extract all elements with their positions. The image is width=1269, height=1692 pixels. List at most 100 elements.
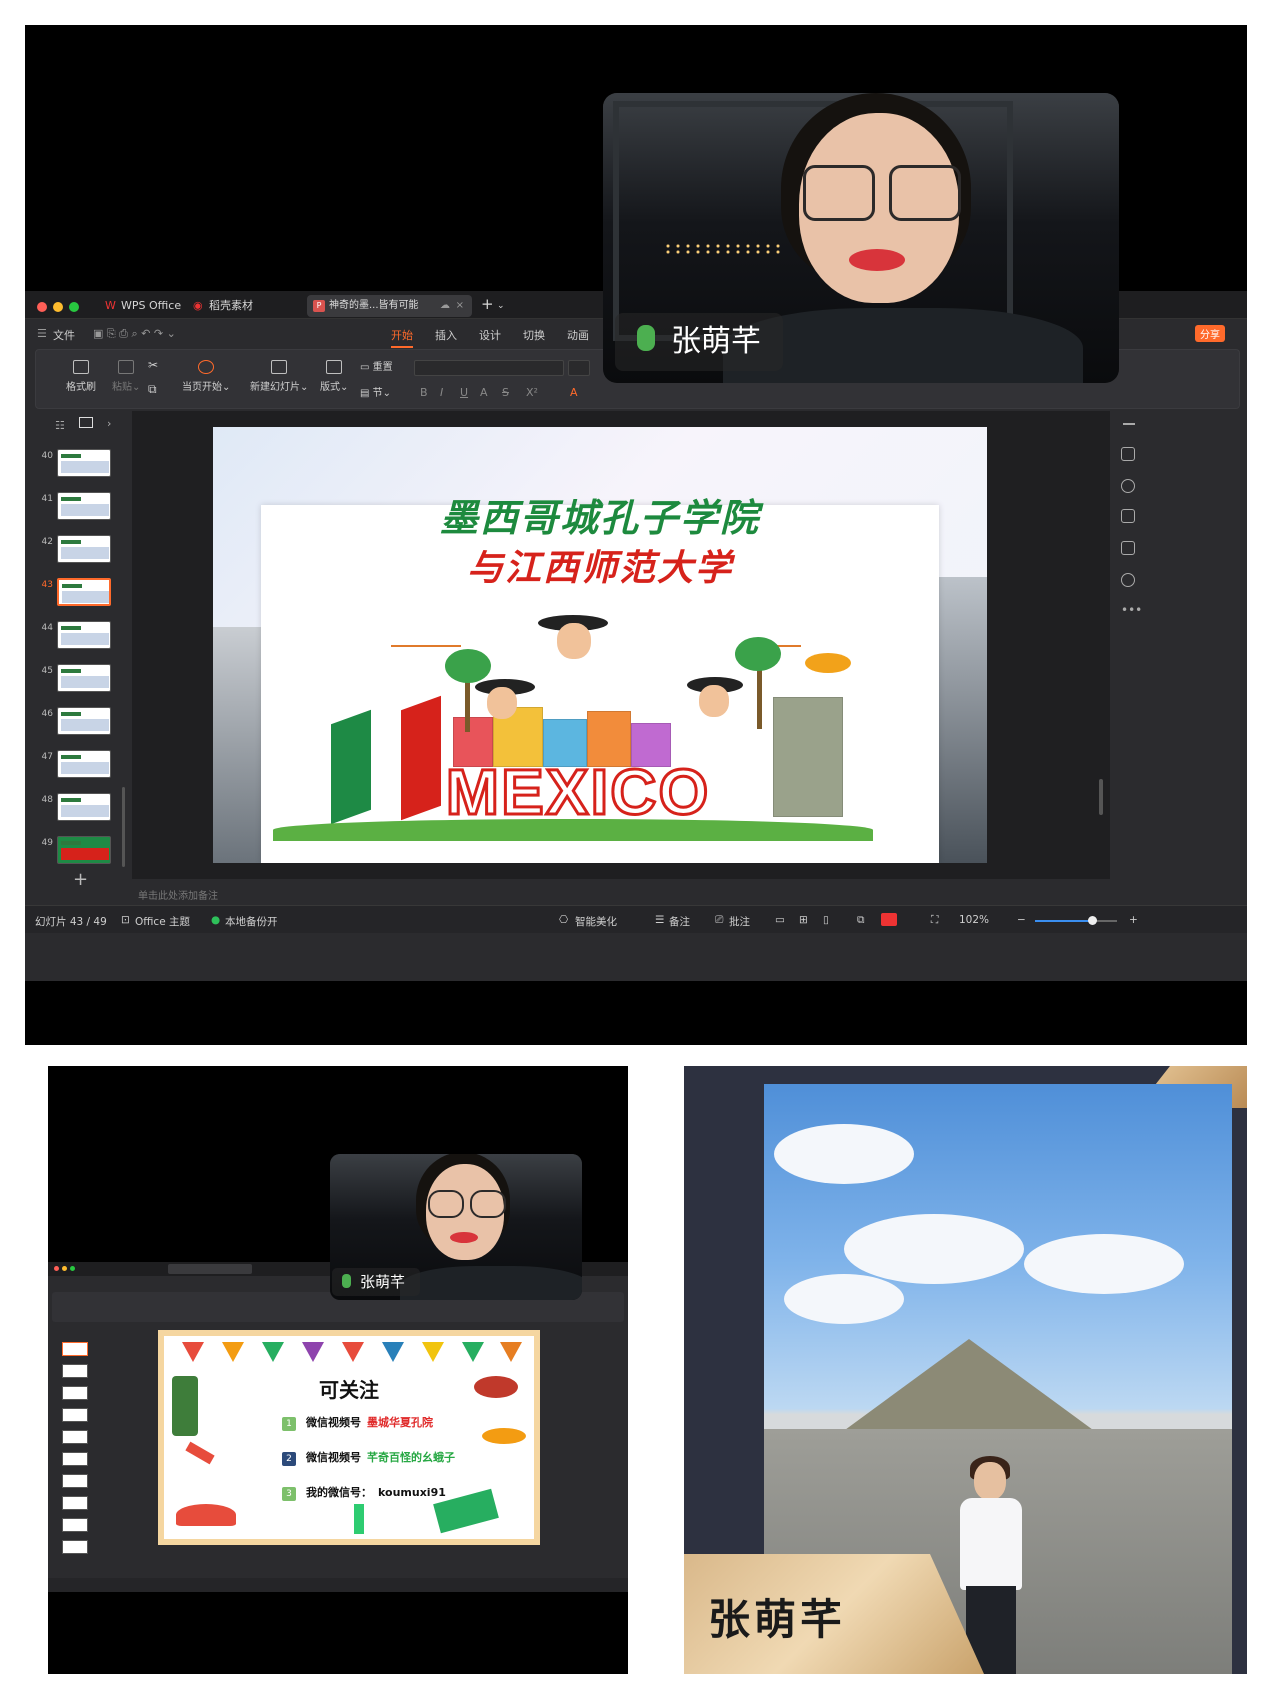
menu-animation[interactable]: 动画 xyxy=(567,327,589,343)
close-window-button[interactable] xyxy=(37,302,47,312)
mini-slide-thumbnail[interactable] xyxy=(62,1386,88,1400)
smart-beautify-button[interactable]: 智能美化 xyxy=(575,914,617,929)
backup-status[interactable]: 本地备份开 xyxy=(225,914,278,929)
mini-slide-thumbnail[interactable] xyxy=(62,1518,88,1532)
mini-slide-thumbnail[interactable] xyxy=(62,1474,88,1488)
superscript-button[interactable]: X² xyxy=(526,386,538,399)
thumbnail-scrollbar[interactable] xyxy=(122,787,125,867)
mic-icon xyxy=(637,325,655,351)
layout-button[interactable]: 版式⌄ xyxy=(320,360,348,393)
zoom-slider-knob[interactable] xyxy=(1088,916,1098,925)
fit-window-icon[interactable]: ⛶ xyxy=(931,914,938,927)
slide-thumbnail[interactable] xyxy=(57,492,111,520)
notes-toggle-button[interactable]: 备注 xyxy=(669,914,690,929)
settings-sliders-icon[interactable] xyxy=(1121,447,1135,461)
sombrero-icon xyxy=(176,1504,236,1526)
slide-thumbnail[interactable] xyxy=(57,793,111,821)
mini-slide-thumbnail[interactable] xyxy=(62,1452,88,1466)
paste-button[interactable]: 粘贴⌄ xyxy=(112,360,140,393)
font-size-select[interactable] xyxy=(568,360,590,376)
copy-layers-icon[interactable] xyxy=(1121,509,1135,523)
slide-thumbnail[interactable] xyxy=(57,535,111,563)
thumbnail-number: 47 xyxy=(41,752,53,762)
mini-doc-tab[interactable] xyxy=(168,1264,252,1274)
collapse-icon[interactable] xyxy=(1123,423,1135,425)
menu-file[interactable]: 文件 xyxy=(53,327,75,343)
mini-slide-thumbnail[interactable] xyxy=(62,1364,88,1378)
menu-home[interactable]: 开始 xyxy=(391,327,413,348)
presenter-icon[interactable]: ⧉ xyxy=(857,914,865,927)
mini-close-dot[interactable] xyxy=(54,1266,59,1271)
section-button[interactable]: ▤ 节⌄ xyxy=(360,384,391,399)
comments-button[interactable]: 批注 xyxy=(729,914,750,929)
outline-view-icon[interactable]: ☷ xyxy=(55,419,65,432)
tab-document[interactable]: P 神奇的墨...皆有可能 ☁ × xyxy=(307,295,472,317)
menu-transition[interactable]: 切换 xyxy=(523,327,545,343)
close-tab-icon[interactable]: × xyxy=(456,295,464,317)
history-icon[interactable] xyxy=(1121,573,1135,587)
mini-slide-thumbnail[interactable] xyxy=(62,1496,88,1510)
new-slide-button[interactable]: 新建幻灯片⌄ xyxy=(250,360,308,393)
play-slideshow-button[interactable] xyxy=(881,913,897,926)
add-slide-icon[interactable]: + xyxy=(73,871,88,889)
tab-wps-office[interactable]: WPS Office xyxy=(121,298,181,314)
row-number-badge: 1 xyxy=(282,1417,296,1431)
thumbnail-image-block xyxy=(61,504,109,516)
zoom-out-button[interactable]: − xyxy=(1017,914,1026,926)
zoom-in-button[interactable]: + xyxy=(1129,914,1138,926)
slide-thumbnail[interactable] xyxy=(57,750,111,778)
reset-button[interactable]: ▭ 重置 xyxy=(360,358,393,373)
from-current-button[interactable]: 当页开始⌄ xyxy=(182,360,230,393)
speaker-name-chip: 张萌芊 xyxy=(615,313,783,371)
thumbnail-number: 49 xyxy=(41,838,53,848)
chevron-right-icon[interactable]: › xyxy=(107,417,111,430)
tab-material[interactable]: 稻壳素材 xyxy=(209,298,253,314)
theme-name[interactable]: Office 主题 xyxy=(135,914,190,929)
menu-insert[interactable]: 插入 xyxy=(435,327,457,343)
zoom-window-button[interactable] xyxy=(69,302,79,312)
strikethrough-button[interactable]: S xyxy=(502,386,509,399)
more-icon[interactable]: ••• xyxy=(1121,603,1142,617)
slide-thumbnail[interactable] xyxy=(57,707,111,735)
ai-icon[interactable] xyxy=(1121,541,1135,555)
mini-slide-thumbnail[interactable] xyxy=(62,1540,88,1554)
new-tab-icon[interactable]: + xyxy=(481,296,494,312)
menu-design[interactable]: 设计 xyxy=(479,327,501,343)
canvas-scrollbar[interactable] xyxy=(1099,779,1103,815)
star-icon[interactable] xyxy=(1121,479,1135,493)
zoom-slider[interactable] xyxy=(1035,916,1117,925)
thumbnail-image-block xyxy=(61,805,109,817)
mini-slide-thumbnail[interactable] xyxy=(62,1408,88,1422)
bold-button[interactable]: B xyxy=(420,386,428,399)
follow-us-slide[interactable]: 可关注 1 微信视频号 墨城华夏孔院 2 微信视频号 芊奇百怪的幺蛾子 3 我的微信号： kou… xyxy=(158,1330,540,1545)
minimize-window-button[interactable] xyxy=(53,302,63,312)
mini-slide-thumbnail[interactable] xyxy=(62,1430,88,1444)
mini-minimize-dot[interactable] xyxy=(62,1266,67,1271)
text-effect-button[interactable]: A xyxy=(480,386,488,399)
hamburger-icon[interactable]: ☰ xyxy=(37,327,47,340)
slide-thumbnail[interactable] xyxy=(57,664,111,692)
italic-button[interactable]: I xyxy=(440,386,443,399)
current-slide[interactable]: 墨西哥城孔子学院 与江西师范大学 MEXICO xyxy=(213,427,987,863)
cut-icon[interactable]: ✂ xyxy=(148,358,158,372)
mini-zoom-dot[interactable] xyxy=(70,1266,75,1271)
notes-area[interactable]: 单击此处添加备注 xyxy=(132,881,1110,905)
mini-slide-thumbnail[interactable] xyxy=(62,1342,88,1356)
slide-thumbnail[interactable] xyxy=(57,578,111,606)
normal-view-icon[interactable]: ▭ xyxy=(775,914,785,926)
slide-view-icon[interactable] xyxy=(79,417,93,428)
font-name-select[interactable] xyxy=(414,360,564,376)
format-painter-button[interactable]: 格式刷 xyxy=(66,360,96,393)
share-button[interactable]: 分享 xyxy=(1195,325,1225,342)
zoom-level[interactable]: 102% xyxy=(959,914,989,926)
slide-thumbnail[interactable] xyxy=(57,449,111,477)
reading-view-icon[interactable]: ▯ xyxy=(823,914,829,926)
quick-access-icons[interactable]: ▣ ⎘ ⎙ ⌕ ↶ ↷ ⌄ xyxy=(93,327,176,341)
underline-button[interactable]: U xyxy=(460,386,468,399)
grid-view-icon[interactable]: ⊞ xyxy=(799,914,808,926)
slide-thumbnail[interactable] xyxy=(57,621,111,649)
chevron-down-icon[interactable]: ⌄ xyxy=(497,298,505,314)
font-color-button[interactable]: A xyxy=(570,386,578,399)
slide-thumbnail[interactable] xyxy=(57,836,111,864)
copy-icon[interactable]: ⧉ xyxy=(148,382,157,397)
